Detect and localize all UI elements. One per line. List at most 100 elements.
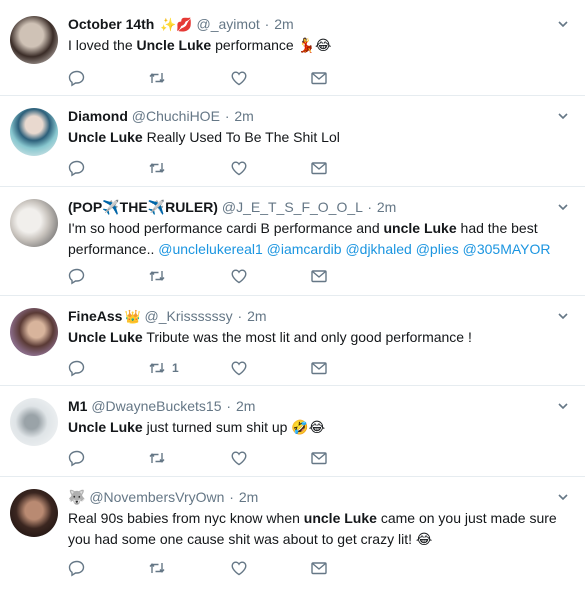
envelope-icon bbox=[311, 270, 327, 283]
tweet-text: Real 90s babies from nyc know when uncle… bbox=[68, 508, 573, 550]
reply-icon bbox=[68, 160, 85, 177]
avatar[interactable] bbox=[10, 108, 58, 156]
avatar[interactable] bbox=[10, 199, 58, 247]
retweet-button[interactable] bbox=[148, 158, 172, 178]
separator-dot: · bbox=[237, 308, 243, 324]
like-button[interactable] bbox=[230, 158, 248, 178]
chevron-down-icon[interactable] bbox=[557, 491, 569, 503]
like-button[interactable] bbox=[230, 358, 248, 378]
username[interactable]: @_Krissssssy bbox=[145, 308, 233, 324]
reply-icon bbox=[68, 268, 85, 285]
username[interactable]: @DwayneBuckets15 bbox=[91, 398, 221, 414]
tweet-text: I'm so hood performance cardi B performa… bbox=[68, 218, 573, 260]
reply-button[interactable] bbox=[68, 266, 86, 286]
tweet-header: 🐺 @NovembersVryOwn · 2m bbox=[68, 487, 573, 507]
chevron-down-icon[interactable] bbox=[557, 310, 569, 322]
text-segment: Tribute was the most lit and only good p… bbox=[142, 329, 472, 345]
reply-icon bbox=[68, 360, 85, 377]
text-segment: I'm so hood performance cardi B performa… bbox=[68, 220, 384, 236]
text-segment: Real 90s babies from nyc know when bbox=[68, 510, 304, 526]
display-name[interactable]: M1 bbox=[68, 398, 87, 414]
timestamp[interactable]: 2m bbox=[377, 199, 396, 215]
retweet-icon bbox=[149, 163, 165, 173]
like-button[interactable] bbox=[230, 448, 248, 468]
avatar[interactable] bbox=[10, 308, 58, 356]
heart-icon bbox=[231, 561, 247, 576]
highlight-keyword: Uncle Luke bbox=[68, 329, 143, 345]
like-button[interactable] bbox=[230, 266, 248, 286]
timestamp[interactable]: 2m bbox=[236, 398, 255, 414]
tweet-text: Uncle Luke Really Used To Be The Shit Lo… bbox=[68, 127, 573, 148]
retweet-button[interactable] bbox=[148, 266, 172, 286]
reply-button[interactable] bbox=[68, 558, 86, 578]
reply-button[interactable] bbox=[68, 68, 86, 88]
tweet[interactable]: Diamond @ChuchiHOE · 2m Uncle Luke Reall… bbox=[0, 96, 585, 187]
envelope-icon bbox=[311, 452, 327, 465]
username[interactable]: @_ayimot bbox=[197, 16, 260, 32]
reply-icon bbox=[68, 70, 85, 87]
chevron-down-icon[interactable] bbox=[557, 110, 569, 122]
timestamp[interactable]: 2m bbox=[234, 108, 253, 124]
text-segment: performance 💃😂 bbox=[211, 37, 332, 53]
timestamp[interactable]: 2m bbox=[239, 489, 258, 505]
timestamp[interactable]: 2m bbox=[247, 308, 266, 324]
display-name[interactable]: October 14th bbox=[68, 16, 154, 32]
username[interactable]: @NovembersVryOwn bbox=[89, 489, 224, 505]
direct-message-button[interactable] bbox=[310, 358, 328, 378]
reply-button[interactable] bbox=[68, 358, 86, 378]
mention-link[interactable]: @djkhaled bbox=[345, 241, 411, 257]
reply-button[interactable] bbox=[68, 448, 86, 468]
display-name[interactable]: (POP✈️THE✈️RULER) bbox=[68, 199, 218, 215]
tweet-text: Uncle Luke Tribute was the most lit and … bbox=[68, 327, 573, 348]
tweet-header: Diamond @ChuchiHOE · 2m bbox=[68, 106, 573, 126]
separator-dot: · bbox=[224, 108, 230, 124]
tweet[interactable]: M1 @DwayneBuckets15 · 2m Uncle Luke just… bbox=[0, 386, 585, 477]
direct-message-button[interactable] bbox=[310, 448, 328, 468]
retweet-icon bbox=[149, 563, 165, 573]
envelope-icon bbox=[311, 162, 327, 175]
direct-message-button[interactable] bbox=[310, 68, 328, 88]
tweet[interactable]: October 14th ✨💋 @_ayimot · 2m I loved th… bbox=[0, 0, 585, 96]
chevron-down-icon[interactable] bbox=[557, 400, 569, 412]
separator-dot: · bbox=[229, 489, 234, 505]
username[interactable]: @ChuchiHOE bbox=[132, 108, 220, 124]
tweet[interactable]: (POP✈️THE✈️RULER) @J_E_T_S_F_O_O_L · 2m … bbox=[0, 187, 585, 296]
tweet-text: I loved the Uncle Luke performance 💃😂 bbox=[68, 35, 573, 56]
username[interactable]: @J_E_T_S_F_O_O_L bbox=[222, 199, 363, 215]
mention-link[interactable]: @unclelukereal1 bbox=[158, 241, 263, 257]
retweet-button[interactable] bbox=[148, 448, 172, 468]
retweet-icon bbox=[149, 453, 165, 463]
reply-button[interactable] bbox=[68, 158, 86, 178]
highlight-keyword: Uncle Luke bbox=[68, 419, 143, 435]
separator-dot: · bbox=[367, 199, 372, 215]
tweet-feed: October 14th ✨💋 @_ayimot · 2m I loved th… bbox=[0, 0, 585, 589]
tweet[interactable]: FineAss 👑 @_Krissssssy · 2m Uncle Luke Tr… bbox=[0, 296, 585, 386]
timestamp[interactable]: 2m bbox=[274, 16, 293, 32]
direct-message-button[interactable] bbox=[310, 266, 328, 286]
tweet[interactable]: 🐺 @NovembersVryOwn · 2m Real 90s babies … bbox=[0, 477, 585, 589]
mention-link[interactable]: @plies bbox=[416, 241, 459, 257]
retweet-button[interactable] bbox=[148, 558, 172, 578]
avatar[interactable] bbox=[10, 489, 58, 537]
retweet-button[interactable] bbox=[148, 68, 172, 88]
mention-link[interactable]: @305MAYOR bbox=[463, 241, 551, 257]
chevron-down-icon[interactable] bbox=[557, 18, 569, 30]
avatar[interactable] bbox=[10, 398, 58, 446]
direct-message-button[interactable] bbox=[310, 558, 328, 578]
display-name[interactable]: Diamond bbox=[68, 108, 128, 124]
like-button[interactable] bbox=[230, 558, 248, 578]
envelope-icon bbox=[311, 562, 327, 575]
display-name[interactable]: 🐺 bbox=[68, 489, 85, 505]
separator-dot: · bbox=[226, 398, 232, 414]
like-button[interactable] bbox=[230, 68, 248, 88]
name-emoji: 👑 bbox=[124, 309, 141, 324]
display-name[interactable]: FineAss bbox=[68, 308, 122, 324]
direct-message-button[interactable] bbox=[310, 158, 328, 178]
chevron-down-icon[interactable] bbox=[557, 201, 569, 213]
retweet-icon bbox=[149, 271, 165, 281]
reply-icon bbox=[68, 450, 85, 467]
mention-link[interactable]: @iamcardib bbox=[267, 241, 342, 257]
retweet-count: 1 bbox=[172, 361, 179, 375]
retweet-button[interactable]: 1 bbox=[148, 358, 179, 378]
avatar[interactable] bbox=[10, 16, 58, 64]
